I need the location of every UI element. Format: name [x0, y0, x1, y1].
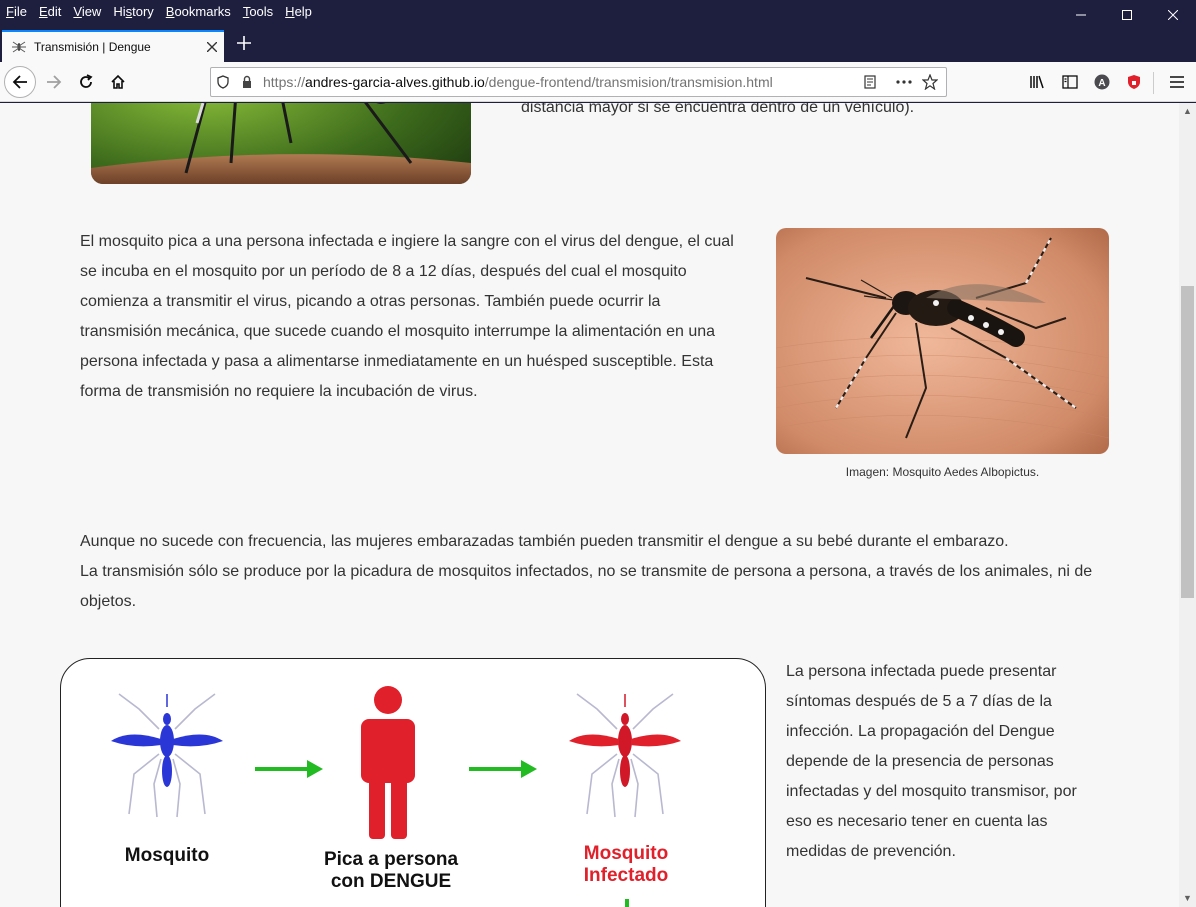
sidebar-button[interactable] [1054, 66, 1086, 98]
mosquito-photo-top [91, 103, 471, 184]
diagram-label-infected: Mosquito Infectado [561, 843, 691, 887]
library-button[interactable] [1022, 66, 1054, 98]
home-button[interactable] [102, 66, 134, 98]
photo-caption: Imagen: Mosquito Aedes Albopictus. [845, 465, 1040, 479]
reload-icon [80, 74, 93, 88]
close-icon [206, 41, 218, 53]
menu-tools[interactable]: Tools [243, 4, 273, 19]
diagram-label-infected-line1: Mosquito [583, 843, 669, 864]
plus-icon [237, 36, 251, 50]
red-person-icon [361, 686, 415, 839]
arrow-right-icon [47, 75, 62, 89]
back-button[interactable] [4, 66, 36, 98]
library-icon [1030, 75, 1044, 89]
top-paragraph: distancia mayor si se encuentra dentro d… [521, 103, 915, 116]
tab-transmision[interactable]: Transmisión | Dengue [2, 30, 224, 62]
minimize-icon [1076, 14, 1086, 16]
green-arrow-icon [255, 760, 323, 778]
menu-help[interactable]: Help [285, 4, 312, 19]
account-button[interactable]: A [1086, 66, 1118, 98]
menu-file[interactable]: File [6, 4, 27, 19]
lock-icon[interactable] [235, 70, 259, 94]
url-host: andres-garcia-alves.github.io [305, 74, 485, 90]
tab-bar: Transmisión | Dengue [0, 24, 1196, 62]
transmission-cycle-diagram: Mosquito Pica a persona con DENGUE Mosqu… [60, 658, 766, 907]
close-icon [1168, 10, 1178, 20]
pregnancy-line: Aunque no sucede con frecuencia, las muj… [80, 533, 1009, 550]
url-protocol: https:// [263, 74, 306, 90]
navigation-toolbar: https://andres-garcia-alves.github.io/de… [0, 62, 1196, 102]
diagram-label-bite-line1: Pica a persona [323, 849, 459, 870]
tab-close-button[interactable] [200, 39, 224, 55]
page-content: distancia mayor si se encuentra dentro d… [0, 103, 1179, 907]
url-text[interactable]: https://andres-garcia-alves.github.io/de… [263, 74, 858, 90]
ublock-shield-icon [1128, 75, 1140, 89]
url-path: /dengue-frontend/transmision/transmision… [484, 74, 773, 90]
diagram-label-bite-line2: con DENGUE [330, 871, 452, 892]
transmission-only-line: La transmisión sólo se produce por la pi… [80, 563, 1093, 610]
pregnancy-paragraph: Aunque no sucede con frecuencia, las muj… [80, 527, 1120, 617]
scrollbar-thumb[interactable] [1181, 286, 1194, 598]
diagram-label-bite: Pica a persona con DENGUE [301, 849, 481, 893]
scroll-down-arrow-icon[interactable]: ▼ [1179, 890, 1196, 907]
green-arrow-down-icon [625, 899, 629, 907]
svg-text:A: A [1098, 78, 1105, 89]
mosquito-favicon-icon [12, 40, 26, 54]
toolbar-separator [1153, 72, 1154, 94]
vertical-scrollbar[interactable]: ▲ ▼ [1179, 103, 1196, 907]
menu-bookmarks[interactable]: Bookmarks [166, 4, 231, 19]
home-icon [111, 74, 125, 89]
shield-icon[interactable] [211, 70, 235, 94]
scroll-up-arrow-icon[interactable]: ▲ [1179, 103, 1196, 120]
sidebar-icon [1062, 75, 1078, 89]
diagram-label-infected-line2: Infectado [583, 865, 669, 886]
menu-history[interactable]: History [113, 4, 153, 19]
bookmark-star-icon[interactable] [918, 70, 942, 94]
reader-view-icon[interactable] [858, 70, 882, 94]
hamburger-menu-icon [1170, 76, 1184, 88]
tab-title: Transmisión | Dengue [34, 40, 151, 54]
menu-view[interactable]: View [73, 4, 101, 19]
maximize-icon [1122, 10, 1132, 20]
menu-bar: File Edit View History Bookmarks Tools H… [0, 0, 1196, 24]
diagram-label-mosquito: Mosquito [124, 845, 210, 866]
green-arrow-icon [469, 760, 537, 778]
forward-button[interactable] [38, 66, 70, 98]
menu-edit[interactable]: Edit [39, 4, 61, 19]
blue-mosquito-icon [111, 693, 223, 818]
account-avatar-icon: A [1094, 74, 1110, 90]
app-menu-button[interactable] [1161, 66, 1193, 98]
transmission-paragraph: El mosquito pica a una persona infectada… [80, 233, 734, 400]
mosquito-aedes-albopictus-photo [776, 228, 1109, 454]
red-mosquito-icon [569, 693, 681, 818]
extension-button[interactable] [1118, 66, 1150, 98]
symptoms-paragraph: La persona infectada puede presentar sín… [786, 663, 1077, 860]
url-bar[interactable]: https://andres-garcia-alves.github.io/de… [210, 67, 947, 97]
reload-button[interactable] [70, 66, 102, 98]
new-tab-button[interactable] [232, 32, 256, 56]
arrow-left-icon [12, 75, 27, 89]
page-actions-icon[interactable] [892, 70, 916, 94]
